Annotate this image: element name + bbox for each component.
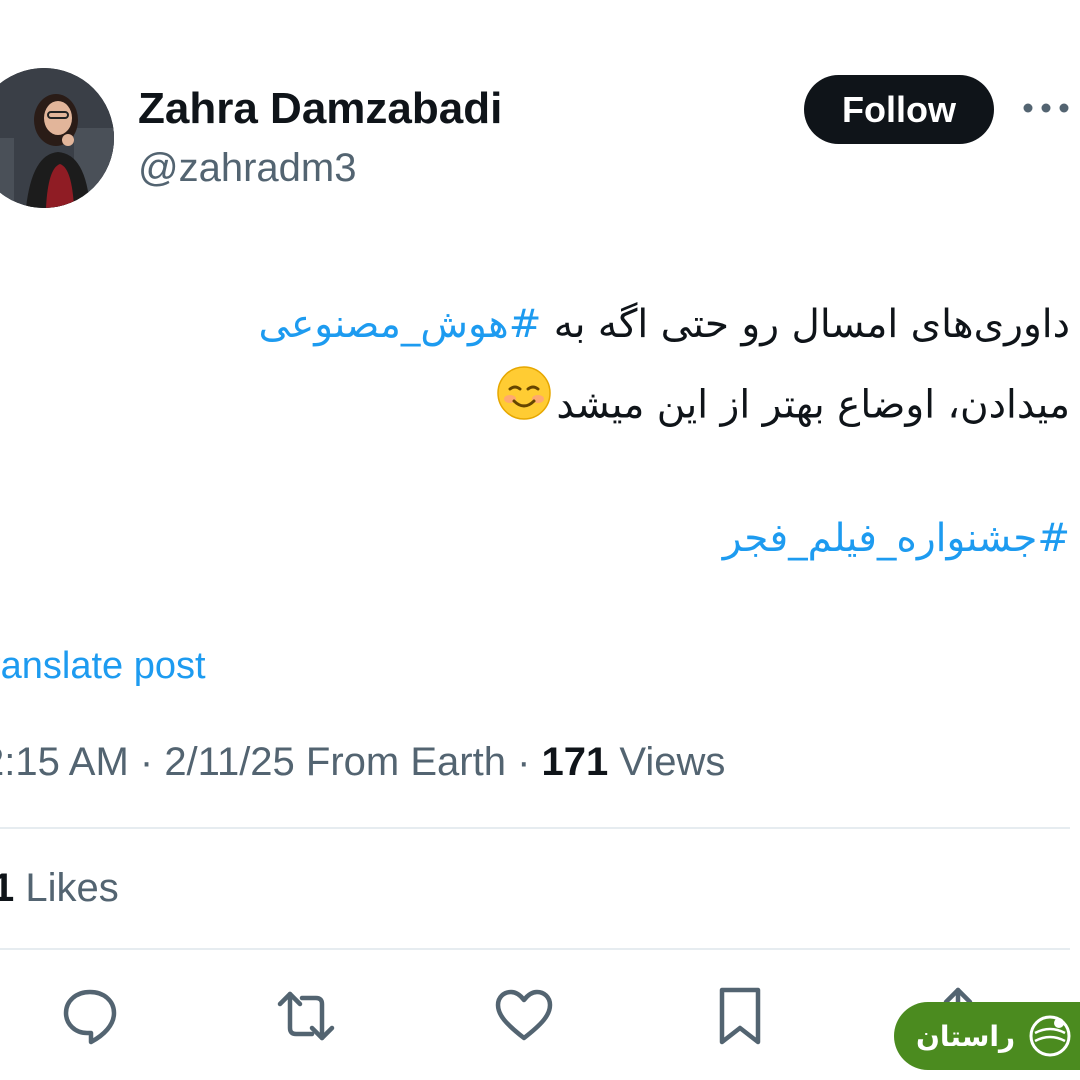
tweet-line-2-text: میدادن، اوضاع بهتر از این میشد bbox=[556, 382, 1070, 428]
smiling-face-emoji-icon bbox=[496, 365, 552, 449]
likes-label: Likes bbox=[14, 866, 119, 910]
user-handle[interactable]: @zahradm3 bbox=[138, 146, 356, 191]
meta-separator: · bbox=[128, 740, 165, 784]
divider bbox=[0, 948, 1070, 950]
divider bbox=[0, 827, 1070, 829]
watermark-badge: راستان bbox=[894, 1002, 1080, 1070]
tweet-hashtag-line: #جشنواره_فیلم_فجر bbox=[20, 504, 1070, 574]
tweet-time[interactable]: 2:15 AM bbox=[0, 740, 129, 784]
display-name[interactable]: Zahra Damzabadi bbox=[138, 84, 502, 134]
views-count: 171 bbox=[541, 740, 609, 784]
more-options-icon[interactable] bbox=[1022, 98, 1070, 118]
tweet-date-location[interactable]: 2/11/25 From Earth bbox=[164, 740, 506, 784]
translate-post-link[interactable]: ranslate post bbox=[0, 645, 206, 688]
reply-icon[interactable] bbox=[58, 984, 122, 1048]
hashtag-fajr-festival[interactable]: #جشنواره_فیلم_فجر bbox=[723, 516, 1070, 561]
watermark-text: راستان bbox=[916, 1019, 1016, 1053]
tweet-line-1: داوری‌های امسال رو حتی اگه به #هوش_مصنوع… bbox=[20, 285, 1070, 365]
meta-separator: · bbox=[505, 740, 542, 784]
tweet-line-2: میدادن، اوضاع بهتر از این میشد bbox=[20, 365, 1070, 449]
avatar[interactable] bbox=[0, 68, 114, 208]
follow-button[interactable]: Follow bbox=[804, 75, 994, 144]
likes-count[interactable]: 1 Likes bbox=[0, 866, 119, 911]
views-label: Views bbox=[608, 740, 726, 784]
like-icon[interactable] bbox=[492, 984, 556, 1048]
bookmark-icon[interactable] bbox=[708, 984, 772, 1048]
tweet-meta: 2:15 AM · 2/11/25 From Earth · 171 Views bbox=[0, 740, 725, 785]
watermark-logo-icon bbox=[1029, 1015, 1071, 1057]
avatar-image bbox=[0, 68, 114, 208]
hashtag-ai[interactable]: #هوش_مصنوعی bbox=[258, 302, 541, 347]
retweet-icon[interactable] bbox=[274, 984, 338, 1048]
likes-number: 1 bbox=[0, 866, 15, 910]
tweet-text: داوری‌های امسال رو حتی اگه به #هوش_مصنوع… bbox=[20, 285, 1070, 449]
tweet-line-1-text: داوری‌های امسال رو حتی اگه به bbox=[541, 302, 1070, 347]
